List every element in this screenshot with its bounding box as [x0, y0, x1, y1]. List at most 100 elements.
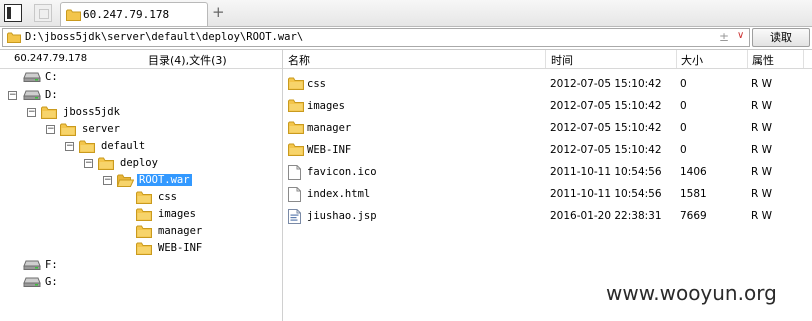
tree-item[interactable]: images	[0, 207, 282, 223]
folder-icon	[60, 123, 76, 139]
tree-item-label: G:	[45, 276, 58, 288]
file-icon	[288, 187, 301, 205]
tree-item-label: F:	[45, 259, 58, 271]
tree-item[interactable]: manager	[0, 224, 282, 240]
tree-item[interactable]: − ROOT.war	[0, 173, 282, 189]
column-header-time[interactable]: 时间	[551, 52, 573, 68]
column-separator[interactable]	[803, 50, 804, 68]
read-button[interactable]: 读取	[752, 28, 810, 47]
file-size: 0	[680, 122, 687, 134]
column-header-name[interactable]: 名称	[288, 52, 310, 68]
file-size: 0	[680, 100, 687, 112]
folder-icon	[98, 157, 114, 173]
file-row[interactable]: favicon.ico 2011-10-11 10:54:56 1406 R W	[283, 161, 812, 183]
directory-count: 目录(4),文件(3)	[148, 54, 227, 67]
file-name: favicon.ico	[307, 166, 377, 178]
drive-icon	[23, 89, 41, 104]
file-name: WEB-INF	[307, 144, 352, 156]
tree-item-label: WEB-INF	[158, 242, 203, 254]
tree-item[interactable]: css	[0, 190, 282, 206]
drive-icon	[23, 276, 41, 291]
folder-icon	[288, 77, 304, 93]
collapse-toggle-icon[interactable]: −	[27, 108, 36, 117]
collapse-toggle-icon[interactable]: −	[8, 91, 17, 100]
file-time: 2012-07-05 15:10:42	[550, 144, 662, 156]
left-pane-header: 60.247.79.178 目录(4),文件(3)	[0, 50, 282, 69]
address-bar: D:\jboss5jdk\server\default\deploy\ROOT.…	[0, 27, 812, 50]
drive-icon	[23, 259, 41, 274]
file-row[interactable]: WEB-INF 2012-07-05 15:10:42 0 R W	[283, 139, 812, 161]
file-attributes: R W	[751, 144, 773, 156]
tree-item[interactable]: − deploy	[0, 156, 282, 172]
tree-item[interactable]: − default	[0, 139, 282, 155]
tree-item[interactable]: WEB-INF	[0, 241, 282, 257]
chevron-down-icon[interactable]: ∨	[737, 30, 744, 41]
tree-item-label: C:	[45, 71, 58, 83]
path-input[interactable]: D:\jboss5jdk\server\default\deploy\ROOT.…	[2, 28, 750, 47]
file-attributes: R W	[751, 188, 773, 200]
file-name: index.html	[307, 188, 371, 200]
column-separator[interactable]	[545, 50, 546, 68]
file-name: images	[307, 100, 345, 112]
folder-icon	[66, 9, 81, 24]
file-time: 2011-10-11 10:54:56	[550, 188, 662, 200]
folder-icon	[136, 225, 152, 241]
file-attributes: R W	[751, 210, 773, 222]
tab-bar: 60.247.79.178 +	[0, 0, 812, 27]
collapse-toggle-icon[interactable]: −	[103, 176, 112, 185]
tree-item-label: jboss5jdk	[63, 106, 120, 118]
tree-item[interactable]: − jboss5jdk	[0, 105, 282, 121]
file-name: css	[307, 78, 326, 90]
panel-toggle-icon[interactable]	[4, 4, 22, 22]
column-header-size[interactable]: 大小	[681, 52, 703, 68]
file-size: 0	[680, 144, 687, 156]
script-file-icon	[288, 209, 301, 227]
tree-item[interactable]: F:	[0, 258, 282, 274]
tree-item[interactable]: − D:	[0, 88, 282, 104]
file-attributes: R W	[751, 100, 773, 112]
file-size: 7669	[680, 210, 707, 222]
column-header-attr[interactable]: 属性	[752, 52, 774, 68]
tree-item-label: manager	[158, 225, 203, 237]
collapse-toggle-icon[interactable]: −	[84, 159, 93, 168]
file-size: 1581	[680, 188, 707, 200]
column-separator[interactable]	[676, 50, 677, 68]
file-list-header: 名称 时间 大小 属性	[283, 50, 812, 69]
tree-item-label: server	[82, 123, 120, 135]
folder-icon	[288, 143, 304, 159]
collapse-toggle-icon[interactable]: −	[46, 125, 55, 134]
file-row[interactable]: css 2012-07-05 15:10:42 0 R W	[283, 73, 812, 95]
folder-icon	[41, 106, 57, 122]
tree-item[interactable]: − server	[0, 122, 282, 138]
watermark-text: www.wooyun.org	[606, 281, 777, 305]
collapse-toggle-icon[interactable]: −	[65, 142, 74, 151]
file-row[interactable]: images 2012-07-05 15:10:42 0 R W	[283, 95, 812, 117]
host-ip: 60.247.79.178	[14, 53, 88, 64]
file-time: 2011-10-11 10:54:56	[550, 166, 662, 178]
file-time: 2012-07-05 15:10:42	[550, 100, 662, 112]
file-row[interactable]: index.html 2011-10-11 10:54:56 1581 R W	[283, 183, 812, 205]
tree-item-label: deploy	[120, 157, 158, 169]
tree-item-label: default	[101, 140, 146, 152]
file-attributes: R W	[751, 166, 773, 178]
sort-icon[interactable]: ±	[719, 30, 729, 44]
folder-icon	[136, 191, 152, 207]
folder-icon	[136, 242, 152, 258]
file-attributes: R W	[751, 78, 773, 90]
folder-icon	[288, 121, 304, 137]
file-name: manager	[307, 122, 352, 134]
file-size: 0	[680, 78, 687, 90]
tree-item-label: D:	[45, 89, 58, 101]
tab-label: 60.247.79.178	[83, 8, 170, 21]
new-window-icon[interactable]	[34, 4, 52, 22]
folder-icon	[7, 32, 21, 46]
file-row[interactable]: manager 2012-07-05 15:10:42 0 R W	[283, 117, 812, 139]
add-tab-button[interactable]: +	[212, 3, 225, 21]
file-row[interactable]: jiushao.jsp 2016-01-20 22:38:31 7669 R W	[283, 205, 812, 227]
file-icon	[288, 165, 301, 183]
column-separator[interactable]	[747, 50, 748, 68]
tab-host[interactable]: 60.247.79.178	[60, 2, 208, 26]
file-time: 2016-01-20 22:38:31	[550, 210, 662, 222]
tree-item[interactable]: G:	[0, 275, 282, 291]
tree-item[interactable]: C:	[0, 70, 282, 86]
